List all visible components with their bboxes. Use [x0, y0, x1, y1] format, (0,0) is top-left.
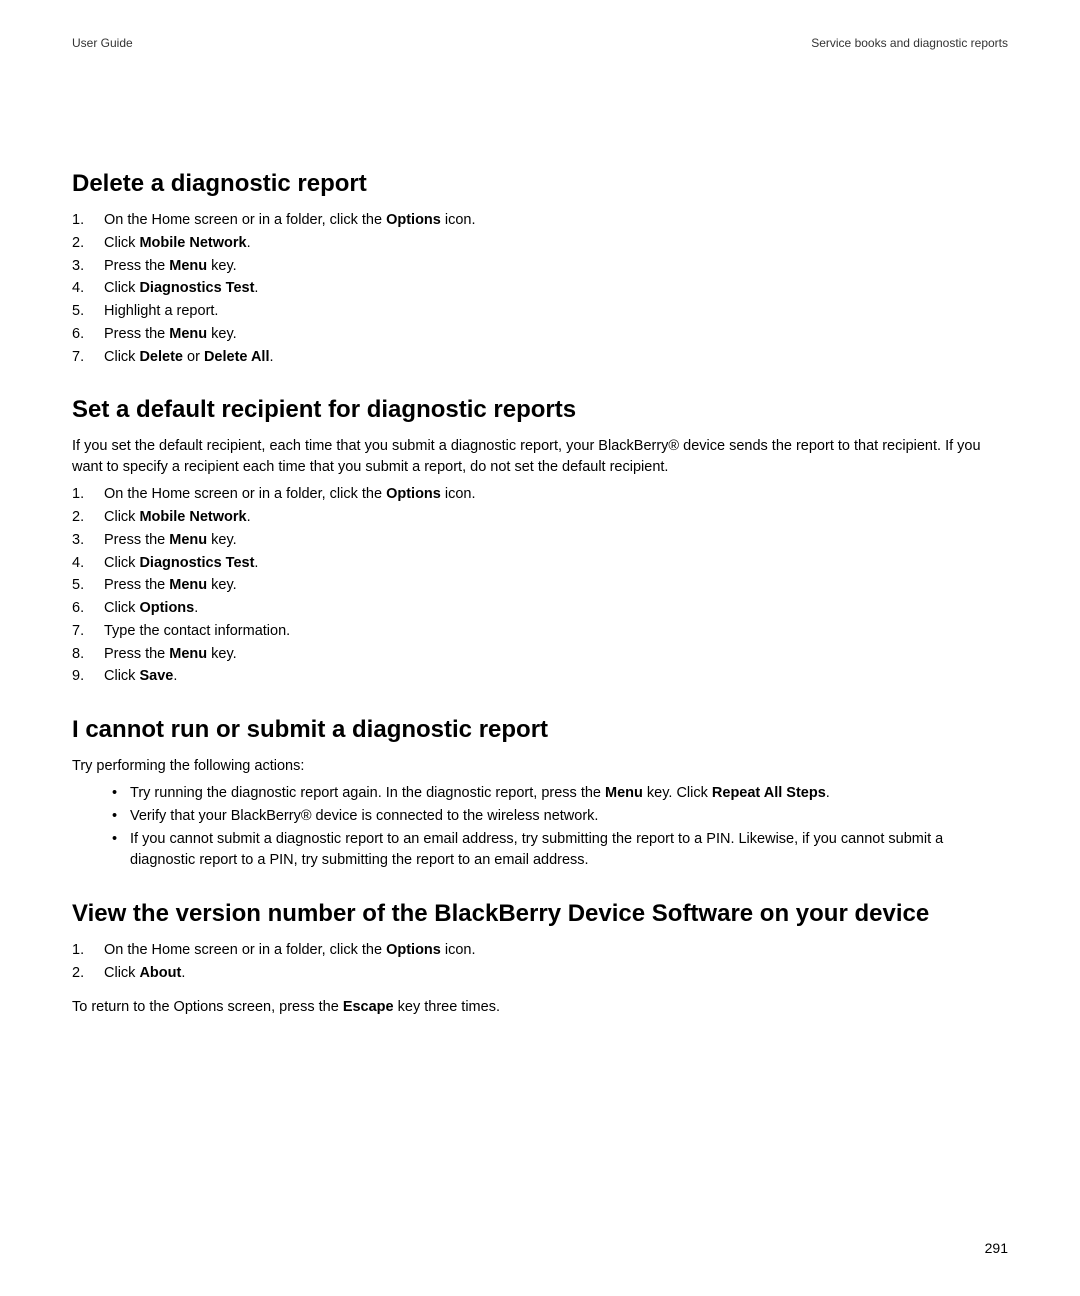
list-item: Type the contact information. [72, 621, 1008, 643]
list-item: Verify that your BlackBerry® device is c… [112, 806, 1008, 828]
list-item: On the Home screen or in a folder, click… [72, 210, 1008, 232]
list-item: Press the Menu key. [72, 530, 1008, 552]
section-4-footer: To return to the Options screen, press t… [72, 999, 1008, 1015]
list-item: Click Mobile Network. [72, 233, 1008, 255]
section-1-steps: On the Home screen or in a folder, click… [72, 210, 1008, 368]
list-item: Click Options. [72, 598, 1008, 620]
list-item: Press the Menu key. [72, 256, 1008, 278]
list-item: Click Diagnostics Test. [72, 278, 1008, 300]
section-2-steps: On the Home screen or in a folder, click… [72, 484, 1008, 688]
section-2-intro: If you set the default recipient, each t… [72, 436, 1008, 478]
section-2-title: Set a default recipient for diagnostic r… [72, 396, 1008, 424]
section-4-title: View the version number of the BlackBerr… [72, 900, 1008, 928]
section-4-steps: On the Home screen or in a folder, click… [72, 940, 1008, 985]
list-item: Press the Menu key. [72, 324, 1008, 346]
list-item: Try running the diagnostic report again.… [112, 783, 1008, 805]
section-3-title: I cannot run or submit a diagnostic repo… [72, 716, 1008, 744]
list-item: Click Mobile Network. [72, 507, 1008, 529]
list-item: If you cannot submit a diagnostic report… [112, 829, 1008, 873]
list-item: Click About. [72, 963, 1008, 985]
page-number: 291 [985, 1240, 1008, 1256]
list-item: Click Diagnostics Test. [72, 553, 1008, 575]
list-item: Click Save. [72, 666, 1008, 688]
page-header: User Guide Service books and diagnostic … [72, 36, 1008, 50]
header-right: Service books and diagnostic reports [811, 36, 1008, 50]
list-item: Click Delete or Delete All. [72, 347, 1008, 369]
list-item: Highlight a report. [72, 301, 1008, 323]
section-1-title: Delete a diagnostic report [72, 170, 1008, 198]
section-3-bullets: Try running the diagnostic report again.… [112, 783, 1008, 872]
list-item: On the Home screen or in a folder, click… [72, 484, 1008, 506]
header-left: User Guide [72, 36, 133, 50]
section-3-intro: Try performing the following actions: [72, 756, 1008, 777]
list-item: Press the Menu key. [72, 575, 1008, 597]
list-item: On the Home screen or in a folder, click… [72, 940, 1008, 962]
list-item: Press the Menu key. [72, 644, 1008, 666]
